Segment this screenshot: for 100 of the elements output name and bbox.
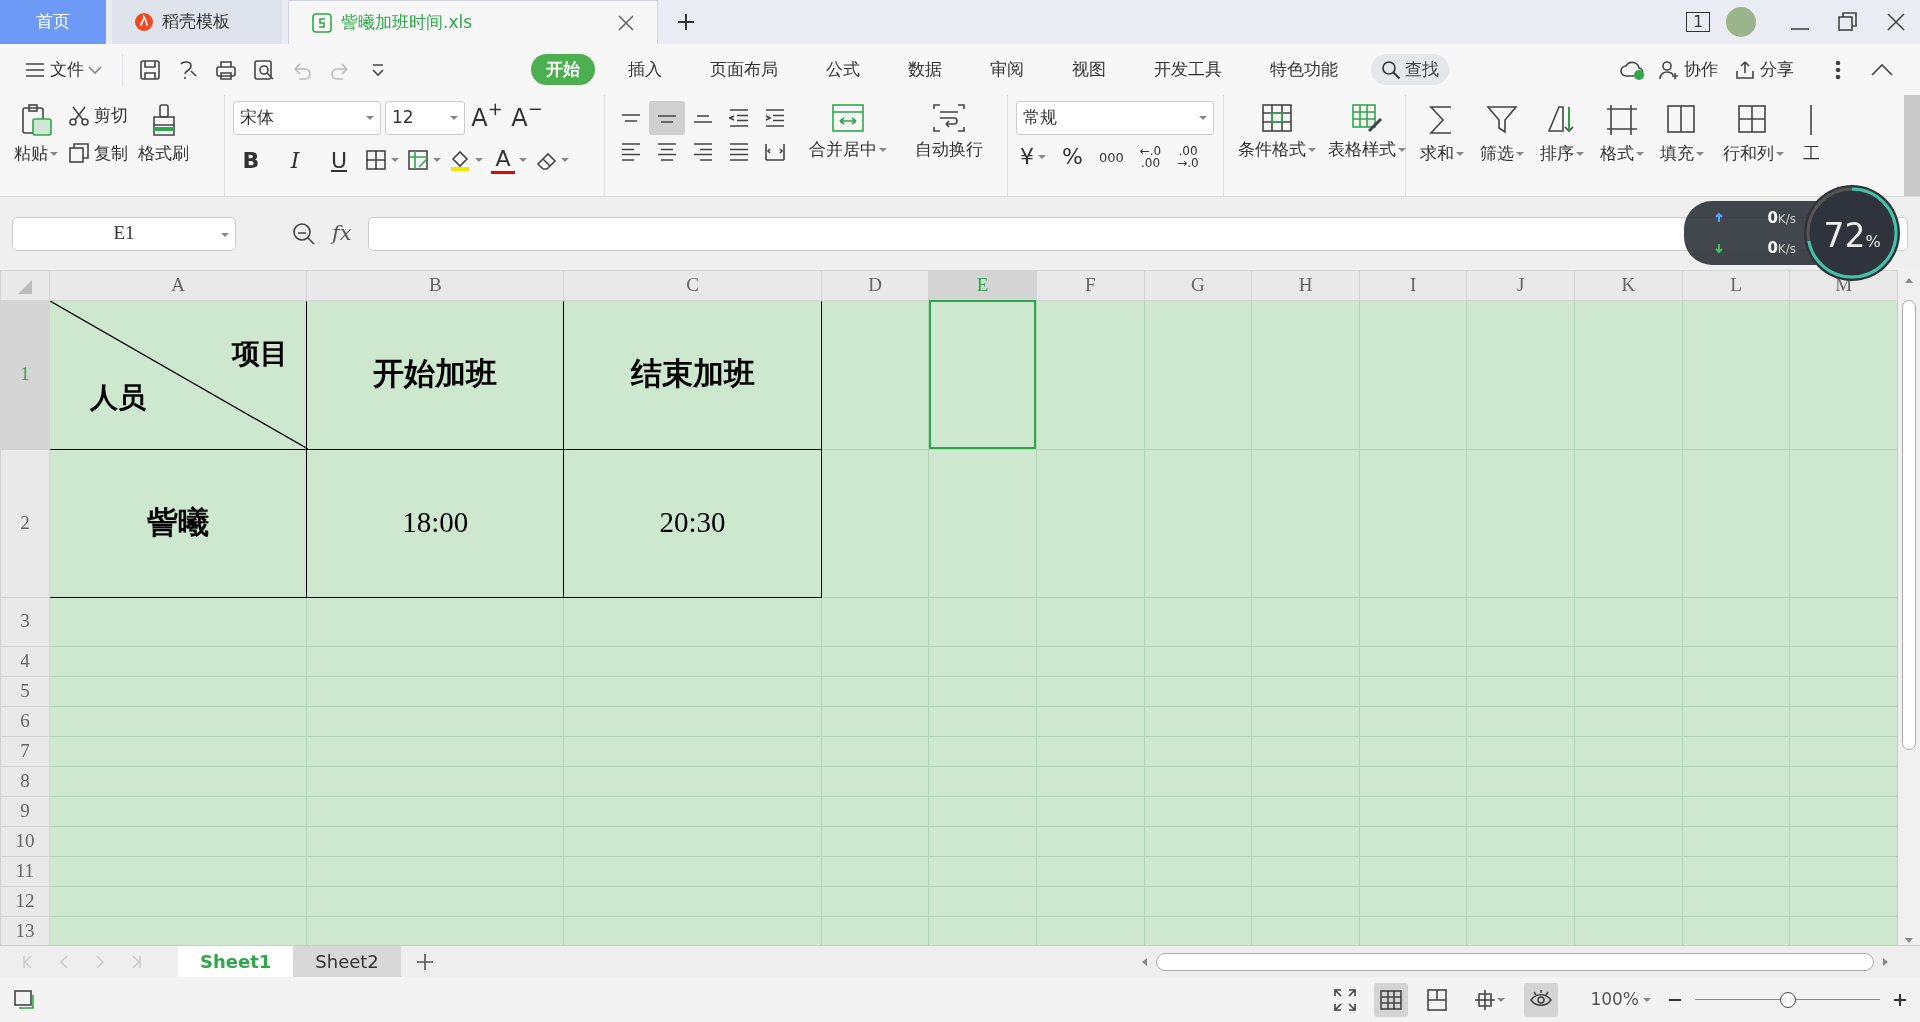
close-icon[interactable] <box>617 13 635 32</box>
column-header[interactable]: L <box>1682 270 1790 300</box>
speed-reading: 0K/s <box>1767 237 1796 259</box>
number-format-button[interactable]: ←.0 .00 <box>1135 143 1166 171</box>
column-header[interactable]: G <box>1144 270 1252 300</box>
font-style-button[interactable]: I <box>277 143 313 177</box>
conditional-format-button[interactable]: 条件格式 <box>1232 101 1322 165</box>
tool-button[interactable]: 工 <box>1796 101 1826 169</box>
tool-button[interactable]: 格式 <box>1594 101 1650 169</box>
ribbon-tab[interactable]: 插入 <box>613 53 677 86</box>
ribbon-tab[interactable]: 公式 <box>811 53 875 86</box>
number-format-button[interactable]: 000 <box>1094 148 1128 166</box>
print-preview-icon[interactable] <box>253 58 275 81</box>
add-person-icon <box>1658 58 1680 81</box>
zoom-in-icon[interactable] <box>1892 991 1908 1008</box>
zoom-slider[interactable] <box>1695 991 1880 1008</box>
number-format-field[interactable]: 常规 <box>1016 101 1214 135</box>
tool-button[interactable]: 行和列 <box>1714 101 1792 169</box>
scroll-up-icon[interactable] <box>1904 276 1914 284</box>
row-header[interactable]: 6 <box>0 706 50 736</box>
ribbon-tab[interactable]: 视图 <box>1057 53 1121 86</box>
copy-button[interactable]: 复制 <box>64 138 132 168</box>
tool-button[interactable]: 筛选 <box>1474 101 1530 169</box>
function-button[interactable]: fx <box>332 217 352 250</box>
selected-cell[interactable] <box>928 300 1037 449</box>
scrollbar-thumb[interactable] <box>1902 300 1916 750</box>
collapse-ribbon-icon[interactable] <box>1870 62 1894 77</box>
save-icon[interactable] <box>139 58 161 81</box>
merge-center-button[interactable]: 合并居中 <box>796 101 900 165</box>
scroll-right-icon[interactable] <box>1882 956 1890 967</box>
print-icon[interactable] <box>215 58 237 81</box>
column-header[interactable]: B <box>306 270 564 300</box>
ribbon-tab[interactable]: 特色功能 <box>1255 53 1353 86</box>
search-button[interactable]: 查找 <box>1371 53 1449 86</box>
number-format-button[interactable]: ¥ <box>1016 144 1050 170</box>
number-format-button[interactable]: .00 →.0 <box>1173 143 1203 171</box>
scroll-left-icon[interactable] <box>1140 956 1148 967</box>
row-header[interactable]: 8 <box>0 766 50 796</box>
zoom-icon[interactable] <box>292 221 316 246</box>
window-tab[interactable]: 稻壳模板 <box>112 0 282 44</box>
column-header[interactable]: I <box>1359 270 1467 300</box>
toolbar-action-button[interactable]: 协作 <box>1654 54 1722 85</box>
number-format-button[interactable]: % <box>1058 144 1087 170</box>
row-header[interactable]: 2 <box>0 449 50 597</box>
column-header[interactable]: A <box>49 270 307 300</box>
fill-bucket-icon[interactable] <box>449 149 471 171</box>
align-left-icon <box>621 143 641 161</box>
font-color-button[interactable]: A <box>491 146 515 174</box>
cell-style-icon[interactable] <box>407 149 429 171</box>
paste-button[interactable]: 粘贴 <box>8 101 64 169</box>
row-header[interactable]: 7 <box>0 736 50 766</box>
row-header[interactable]: 10 <box>0 826 50 856</box>
ribbon-tab[interactable]: 数据 <box>893 53 957 86</box>
column-header[interactable]: F <box>1036 270 1145 300</box>
view-mode-button[interactable] <box>1374 982 1409 1017</box>
tool-button[interactable]: 排序 <box>1534 101 1590 169</box>
view-mode-button[interactable] <box>1524 982 1559 1017</box>
font-style-button[interactable]: B <box>233 143 269 177</box>
borders-icon[interactable] <box>365 149 387 171</box>
tool-button[interactable]: 填充 <box>1654 101 1710 169</box>
column-header[interactable]: C <box>563 270 822 300</box>
more-options-icon[interactable] <box>1834 58 1842 81</box>
column-header[interactable]: K <box>1574 270 1683 300</box>
ribbon-tab[interactable]: 页面布局 <box>695 53 793 86</box>
column-header[interactable]: H <box>1251 270 1360 300</box>
align-top-icon <box>621 113 641 123</box>
zoom-slider-thumb[interactable] <box>1779 991 1796 1008</box>
zoom-level-dropdown[interactable]: 100% <box>1586 984 1655 1015</box>
align-distributed-icon <box>765 143 785 161</box>
window-count-icon[interactable]: 1 <box>1686 12 1710 32</box>
row-header[interactable]: 11 <box>0 856 50 886</box>
column-header[interactable]: J <box>1466 270 1575 300</box>
toolbar-action-button[interactable]: 分享 <box>1730 54 1798 85</box>
font-name-field[interactable]: 宋体 <box>233 101 381 135</box>
ribbon-tab[interactable]: 审阅 <box>975 53 1039 86</box>
align-indent-icon <box>765 109 785 127</box>
row-header[interactable]: 12 <box>0 886 50 916</box>
increase-font-size-button[interactable]: A$^{+}$ <box>469 101 505 135</box>
sheet-tab[interactable]: Sheet2 <box>293 946 401 977</box>
add-sheet-icon[interactable] <box>414 951 435 972</box>
row-header[interactable]: 9 <box>0 796 50 826</box>
file-menu[interactable]: 文件 <box>20 54 106 85</box>
speed-reading: 0K/s <box>1767 208 1796 229</box>
cut-button[interactable]: 剪切 <box>64 101 132 131</box>
row-header[interactable]: 13 <box>0 916 50 945</box>
decrease-font-size-button[interactable]: A$^{−}$ <box>509 101 545 135</box>
horizontal-scrollbar-thumb[interactable] <box>1156 952 1874 971</box>
font-style-button[interactable]: U <box>321 143 357 177</box>
upload-arrow-icon <box>1714 212 1724 225</box>
tool-button[interactable]: 求和 <box>1414 101 1470 169</box>
font-size-field[interactable]: 12 <box>385 101 465 135</box>
ribbon-tab[interactable]: 开发工具 <box>1139 53 1237 86</box>
name-box[interactable]: E1 <box>12 216 236 251</box>
table-style-button[interactable]: 表格样式 <box>1322 101 1412 165</box>
row-header[interactable]: 4 <box>0 646 50 676</box>
wrap-text-button[interactable]: 自动换行 <box>899 101 999 165</box>
row-header[interactable]: 3 <box>0 597 50 646</box>
row-header[interactable]: 5 <box>0 676 50 706</box>
column-header[interactable]: D <box>821 270 929 300</box>
format-painter-button[interactable]: 格式刷 <box>132 101 195 169</box>
